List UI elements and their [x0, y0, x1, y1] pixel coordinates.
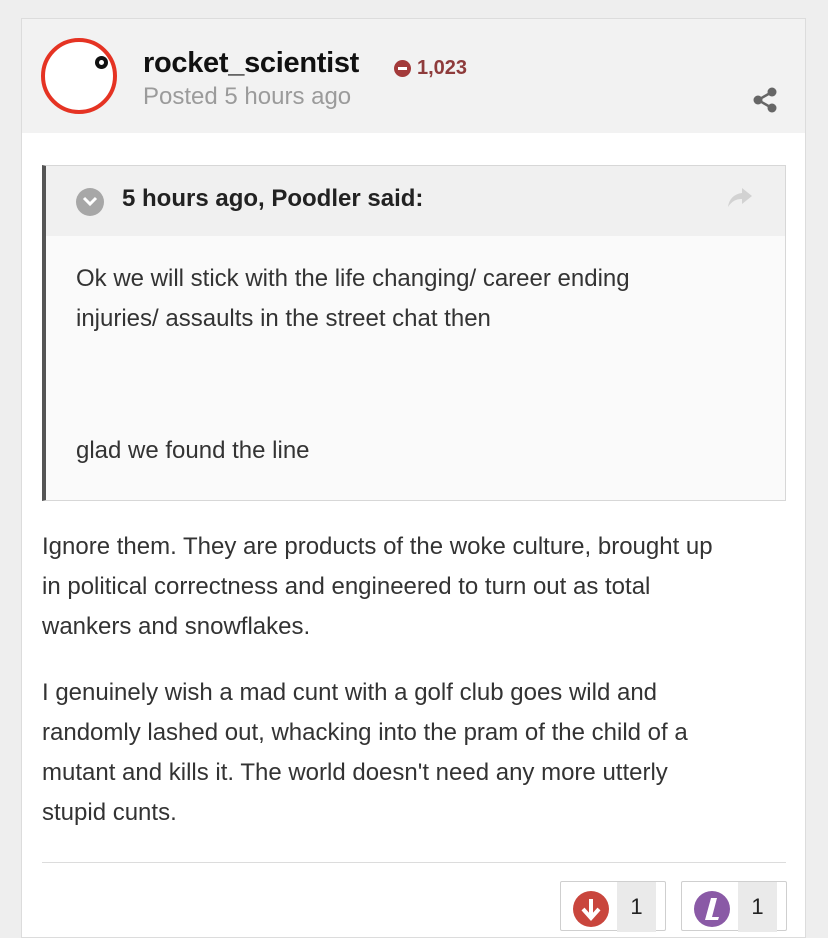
reaction-count: 1: [630, 894, 643, 919]
quote-block: 5 hours ago, Poodler said: Ok we will st…: [42, 165, 786, 501]
post-text-line: Ignore them. They are products of the wo…: [42, 533, 713, 560]
post-text-line: wankers and snowflakes.: [42, 613, 311, 640]
avatar[interactable]: [41, 38, 117, 114]
post-text-line: mutant and kills it. The world doesn't n…: [42, 759, 668, 786]
forum-post: rocket_scientist 1,023 Posted 5 hours ag…: [21, 18, 806, 938]
minus-circle-icon: [394, 60, 411, 77]
quote-header: 5 hours ago, Poodler said:: [46, 166, 785, 236]
post-text-line: in political correctness and engineered …: [42, 573, 651, 600]
reputation-count: 1,023: [417, 57, 468, 79]
quote-text-line: Ok we will stick with the life changing/…: [76, 265, 630, 292]
reaction-lol[interactable]: 1: [681, 881, 787, 932]
reaction-downvote[interactable]: 1: [560, 881, 666, 932]
post-text-line: I genuinely wish a mad cunt with a golf …: [42, 679, 658, 706]
post-text-line: stupid cunts.: [42, 799, 177, 826]
share-icon[interactable]: [750, 85, 780, 115]
quote-citation[interactable]: 5 hours ago, Poodler said:: [122, 185, 423, 213]
post-text-line: randomly lashed out, whacking into the p…: [42, 719, 688, 746]
lol-icon: [694, 891, 730, 927]
avatar-eye-icon: [95, 56, 108, 69]
reaction-count: 1: [751, 894, 764, 919]
divider: [42, 862, 786, 863]
quote-text-line: injuries/ assaults in the street chat th…: [76, 305, 491, 332]
reply-arrow-icon[interactable]: [726, 186, 754, 210]
downvote-icon: [573, 891, 609, 927]
reputation-badge[interactable]: 1,023: [394, 57, 467, 80]
chevron-down-icon[interactable]: [76, 188, 104, 216]
reaction-count-box: 1: [738, 882, 777, 932]
post-timestamp[interactable]: Posted 5 hours ago: [143, 83, 351, 111]
author-username[interactable]: rocket_scientist: [143, 47, 359, 80]
reaction-count-box: 1: [617, 882, 656, 932]
post-header: rocket_scientist 1,023 Posted 5 hours ag…: [22, 19, 805, 133]
quote-text-line: glad we found the line: [76, 437, 310, 464]
